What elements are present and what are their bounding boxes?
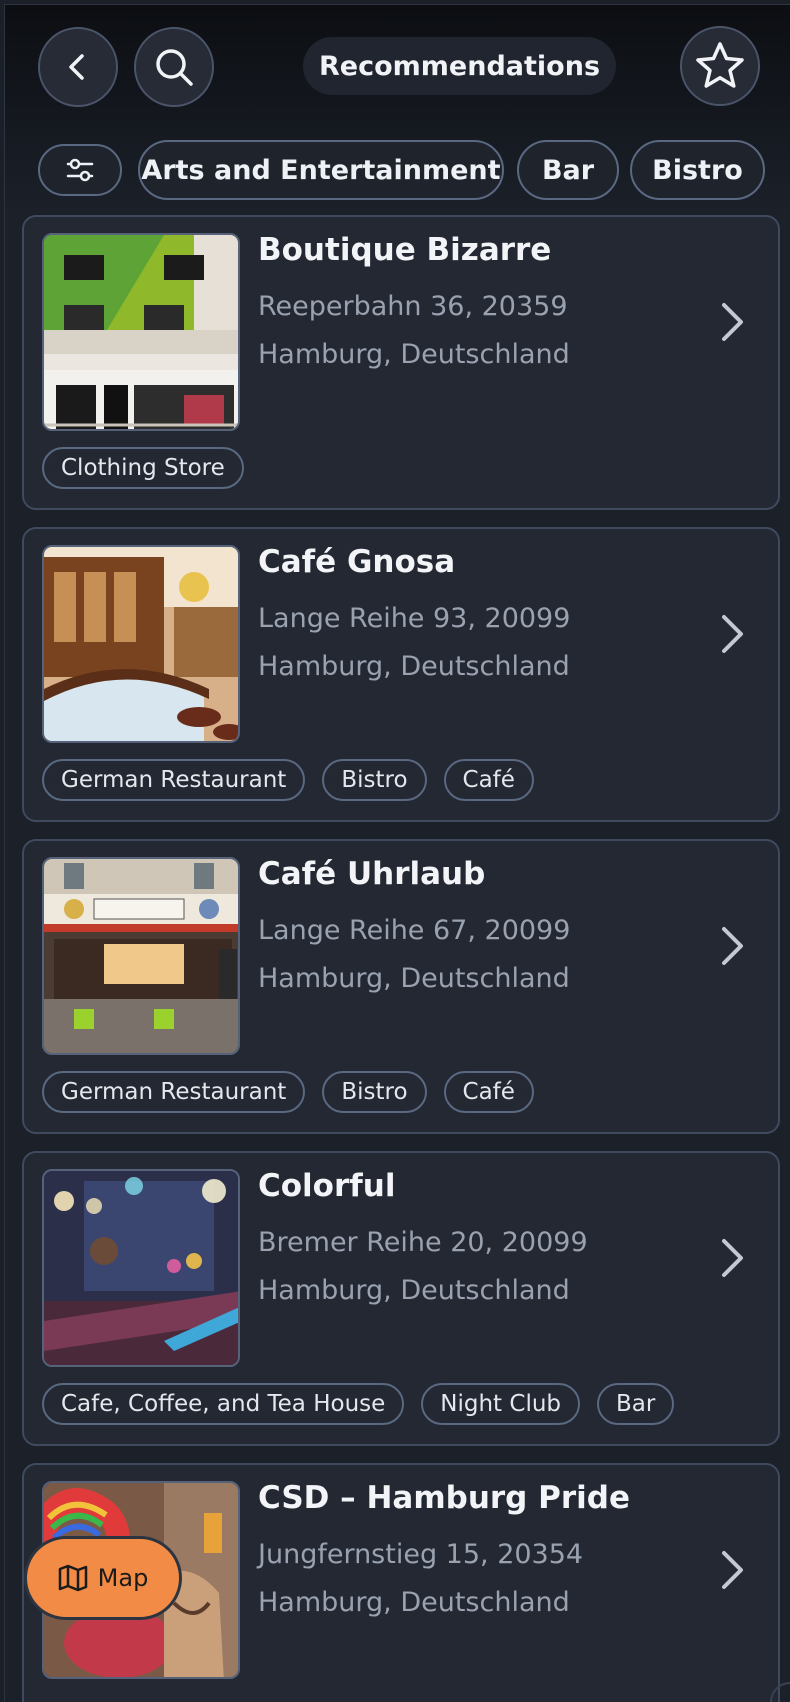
chevron-left-icon [69, 54, 84, 80]
star-icon [696, 42, 744, 88]
place-photo [42, 233, 240, 431]
place-address-city: Hamburg, Deutschland [258, 1275, 570, 1306]
place-address-street: Reeperbahn 36, 20359 [258, 291, 568, 322]
tag: Bistro [322, 759, 427, 801]
place-name: Café Uhrlaub [258, 856, 486, 892]
place-address-city: Hamburg, Deutschland [258, 651, 570, 682]
place-photo [42, 1169, 240, 1367]
filter-chip-arts[interactable]: Arts and Entertainment [138, 140, 504, 200]
favorite-button[interactable] [680, 26, 760, 106]
place-address-street: Bremer Reihe 20, 20099 [258, 1227, 588, 1258]
sliders-icon [66, 158, 94, 182]
search-icon [156, 49, 193, 86]
place-name: Café Gnosa [258, 544, 456, 580]
place-name: CSD – Hamburg Pride [258, 1480, 631, 1516]
tag: Clothing Store [42, 447, 244, 489]
place-name: Colorful [258, 1168, 396, 1204]
filter-chip-bar[interactable]: Bar [517, 140, 619, 200]
tag: Bar [597, 1383, 675, 1425]
chevron-right-icon [722, 1239, 743, 1277]
place-address-city: Hamburg, Deutschland [258, 1587, 570, 1618]
tag: German Restaurant [42, 1071, 306, 1113]
place-card[interactable]: Colorful Bremer Reihe 20, 20099 Hamburg,… [22, 1151, 780, 1446]
place-address-city: Hamburg, Deutschland [258, 963, 570, 994]
page-title: Recommendations [303, 37, 617, 95]
place-tags: German Restaurant Bistro Café [42, 759, 534, 801]
chevron-right-icon [722, 615, 743, 653]
filter-chip-bistro[interactable]: Bistro [630, 140, 765, 200]
place-tags: Clothing Store [42, 447, 244, 489]
place-tags: Cafe, Coffee, and Tea House Night Club B… [42, 1383, 675, 1425]
chevron-right-icon [722, 303, 743, 341]
filter-settings-button[interactable] [38, 144, 122, 196]
chevron-right-icon [722, 1551, 743, 1589]
place-name: Boutique Bizarre [258, 232, 552, 268]
map-button-label: Map [97, 1564, 149, 1592]
chevron-right-icon [722, 927, 743, 965]
place-card[interactable]: Café Gnosa Lange Reihe 93, 20099 Hamburg… [22, 527, 780, 822]
map-icon [58, 1564, 87, 1592]
tag: Café [443, 759, 534, 801]
place-address-street: Lange Reihe 93, 20099 [258, 603, 571, 634]
place-card[interactable]: Café Uhrlaub Lange Reihe 67, 20099 Hambu… [22, 839, 780, 1134]
place-card[interactable]: Boutique Bizarre Reeperbahn 36, 20359 Ha… [22, 215, 780, 510]
place-address-street: Jungfernstieg 15, 20354 [258, 1539, 584, 1570]
place-address-city: Hamburg, Deutschland [258, 339, 570, 370]
map-button[interactable]: Map [24, 1536, 182, 1620]
recommendations-screen: Recommendations Arts and Entertainment B… [4, 4, 790, 1702]
place-address-street: Lange Reihe 67, 20099 [258, 915, 571, 946]
place-tags: German Restaurant Bistro Café [42, 1071, 534, 1113]
tag: Night Club [421, 1383, 581, 1425]
search-button[interactable] [134, 27, 214, 107]
tag: German Restaurant [42, 759, 306, 801]
tag: Cafe, Coffee, and Tea House [42, 1383, 405, 1425]
tag: Bistro [322, 1071, 427, 1113]
back-button[interactable] [38, 27, 118, 107]
place-photo [42, 545, 240, 743]
tag: Café [443, 1071, 534, 1113]
place-photo [42, 857, 240, 1055]
